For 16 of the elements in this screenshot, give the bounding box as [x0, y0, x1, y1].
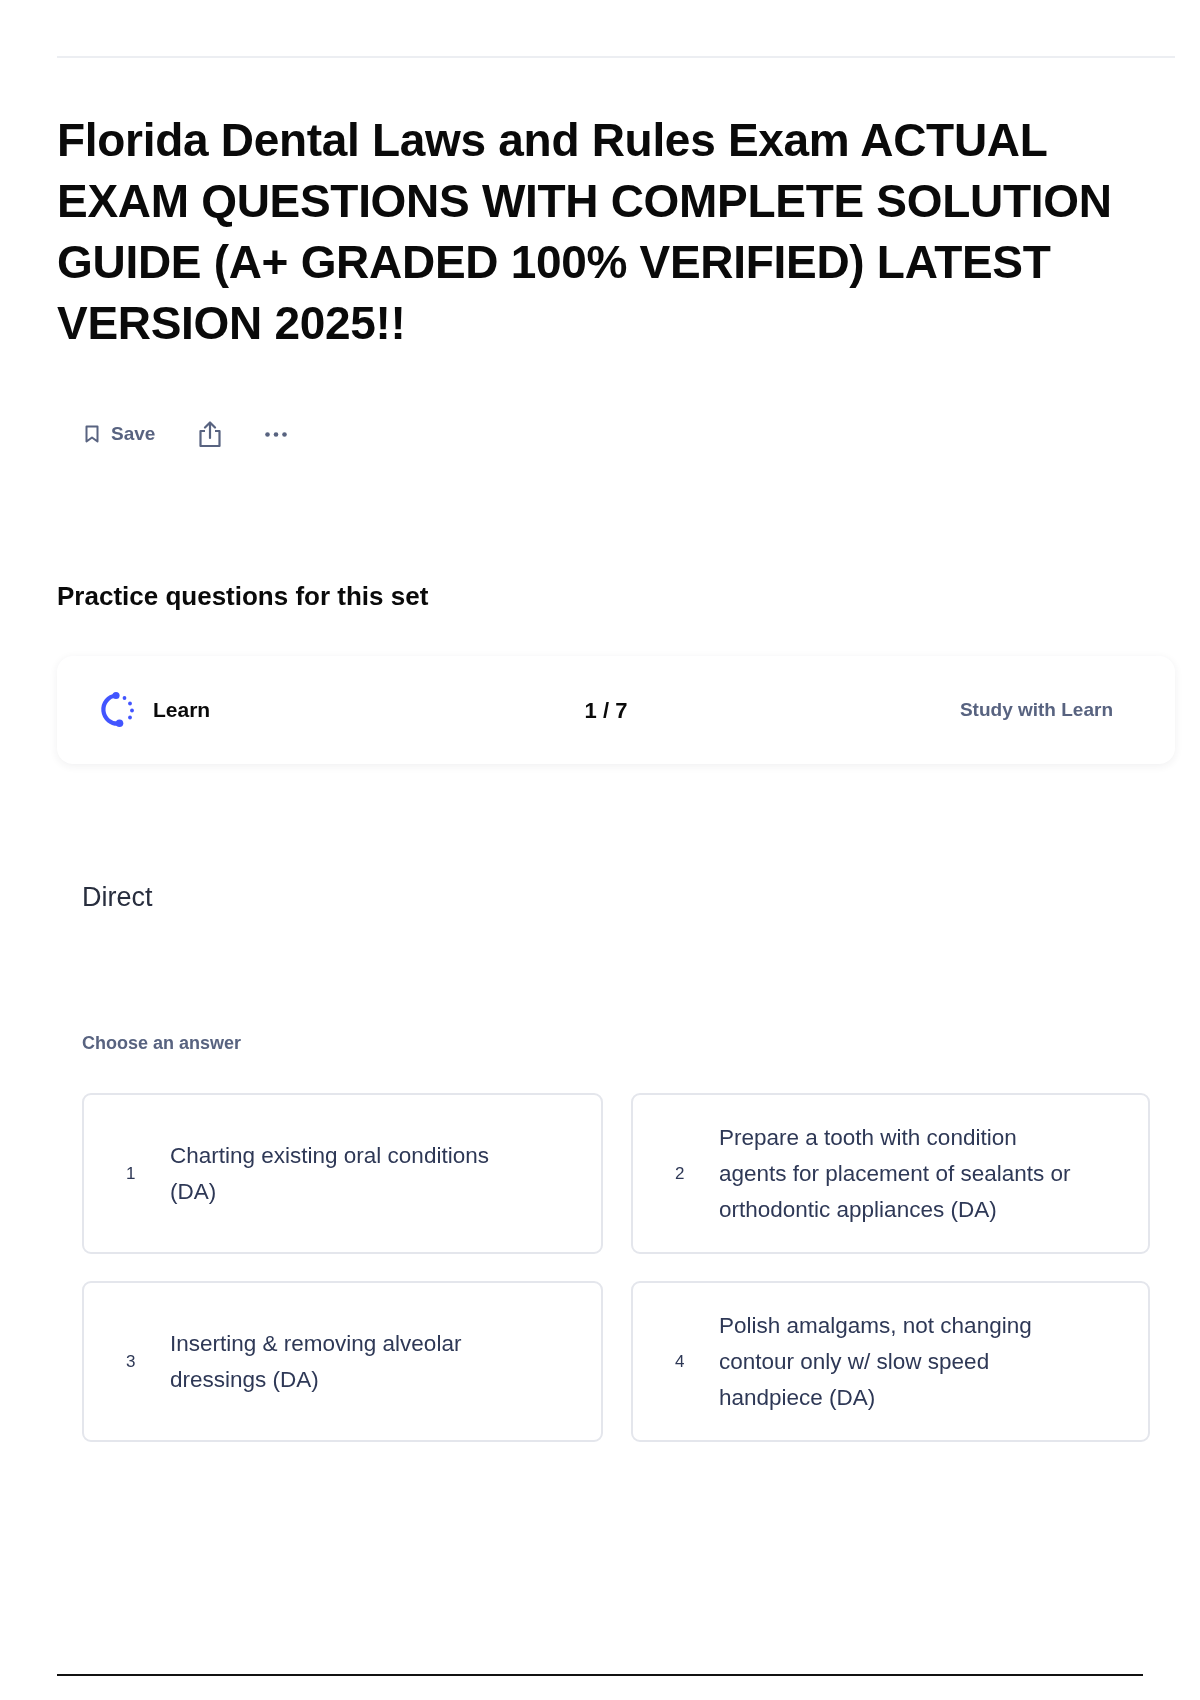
answer-option[interactable]: 4 Polish amalgams, not changing contour only w/ slow speed handpiece (DA) [631, 1281, 1150, 1442]
answer-option[interactable]: 3 Inserting & removing alveolar dressings (DA) [82, 1281, 603, 1442]
study-with-learn-link[interactable]: Study with Learn [959, 695, 1113, 725]
page-title: Florida Dental Laws and Rules Exam ACTUAL EXAM QUESTIONS WITH COMPLETE SOLUTION GUIDE (A+ GRADED 100% VERIFIED) LATEST VERSION 2025!! [57, 113, 1113, 351]
share-icon [197, 420, 224, 448]
answer-prompt: Choose an answer [82, 1032, 243, 1054]
more-icon [265, 431, 288, 437]
answer-option[interactable]: 1 Charting existing oral conditions (DA) [82, 1093, 603, 1254]
save-button[interactable]: Save [75, 413, 166, 455]
learn-label: Learn [153, 697, 211, 724]
learn-icon [99, 691, 137, 729]
question-term: Direct [82, 881, 154, 914]
section-heading: Practice questions for this set [57, 580, 430, 612]
progress-counter: 1 / 7 [584, 696, 628, 725]
answer-option[interactable]: 2 Prepare a tooth with condition agents for placement of sealants or orthodontic appliances (DA) [631, 1093, 1150, 1254]
bookmark-icon [85, 425, 99, 443]
